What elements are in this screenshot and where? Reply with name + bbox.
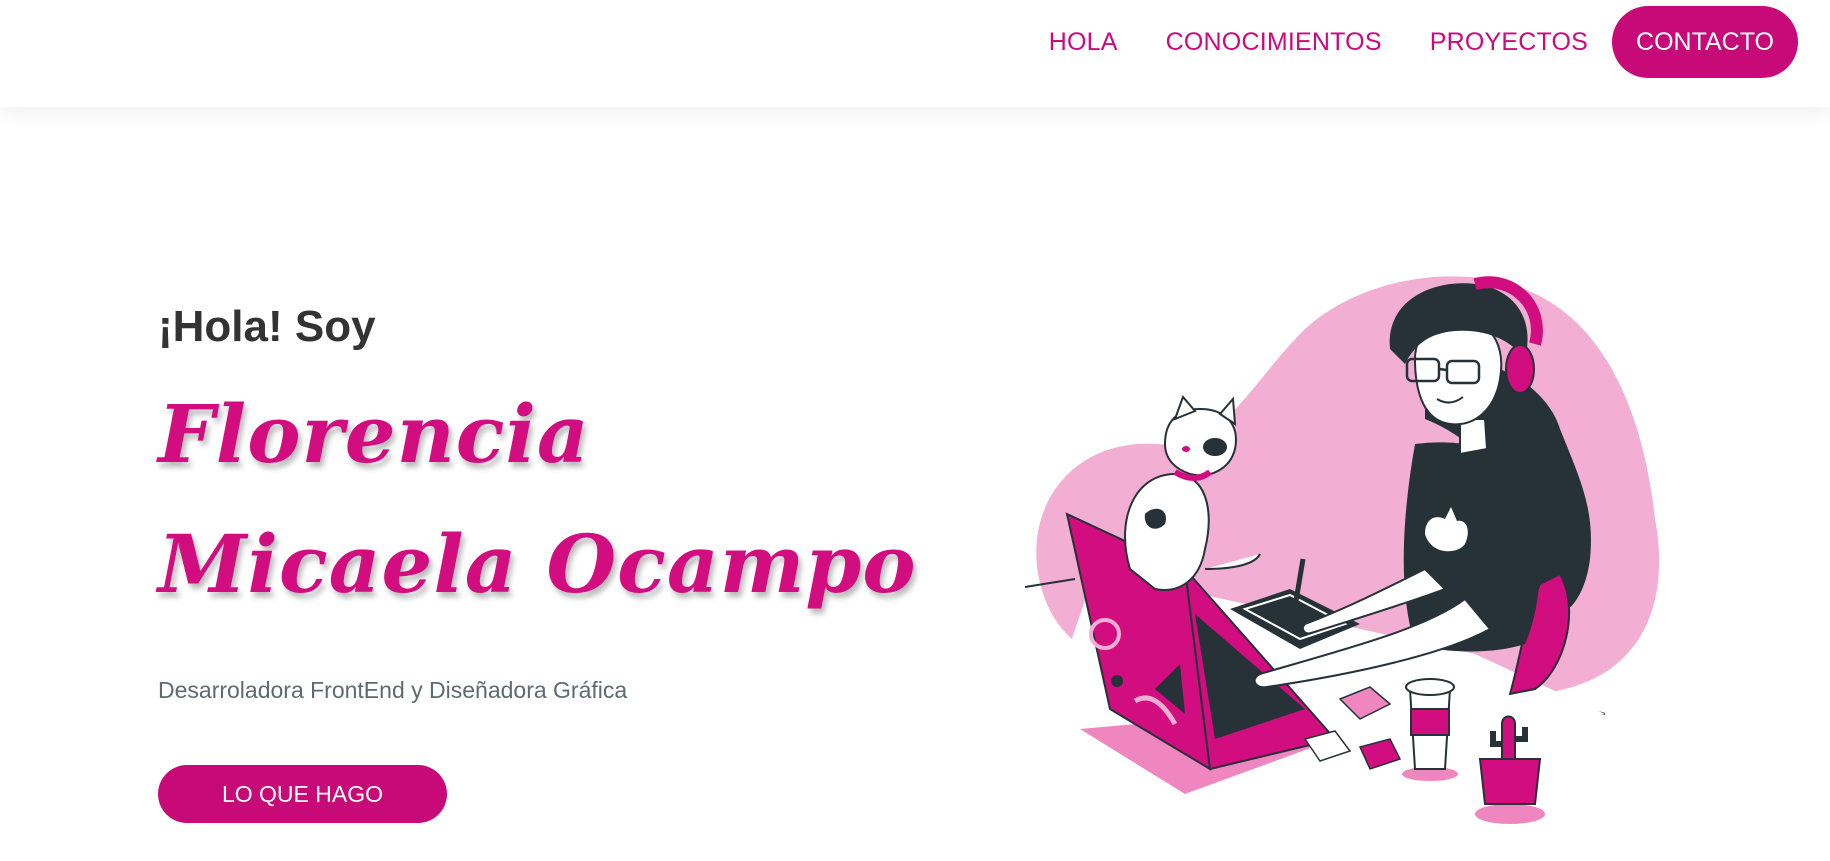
hero-greeting: ¡Hola! Soy: [158, 302, 376, 351]
laptop-camera-icon: [1111, 675, 1123, 687]
nav-link-proyectos[interactable]: PROYECTOS: [1430, 28, 1588, 57]
hero-subtitle: Desarroladora FrontEnd y Diseñadora Gráf…: [158, 677, 628, 703]
top-navbar: HOLA CONOCIMIENTOS PROYECTOS CONTACTO: [0, 0, 1830, 107]
lo-que-hago-button[interactable]: LO QUE HAGO: [158, 765, 447, 823]
nav-contacto-button[interactable]: CONTACTO: [1612, 6, 1798, 78]
hero-section: ¡Hola! Soy Florencia Micaela Ocampo Desa…: [0, 107, 1830, 861]
cactus-icon: [1475, 715, 1545, 824]
nav-link-hola[interactable]: HOLA: [1049, 28, 1118, 57]
woman-at-laptop-illustration: [1024, 276, 1660, 824]
sticky-note: [1358, 738, 1402, 770]
nav-link-conocimientos[interactable]: CONOCIMIENTOS: [1166, 28, 1382, 57]
coffee-cup-icon: [1402, 678, 1458, 781]
nav-links: HOLA CONOCIMIENTOS PROYECTOS CONTACTO: [1049, 6, 1798, 78]
hero-name-line-2: Micaela Ocampo: [158, 517, 917, 611]
hero-name-line-1: Florencia: [158, 387, 590, 481]
